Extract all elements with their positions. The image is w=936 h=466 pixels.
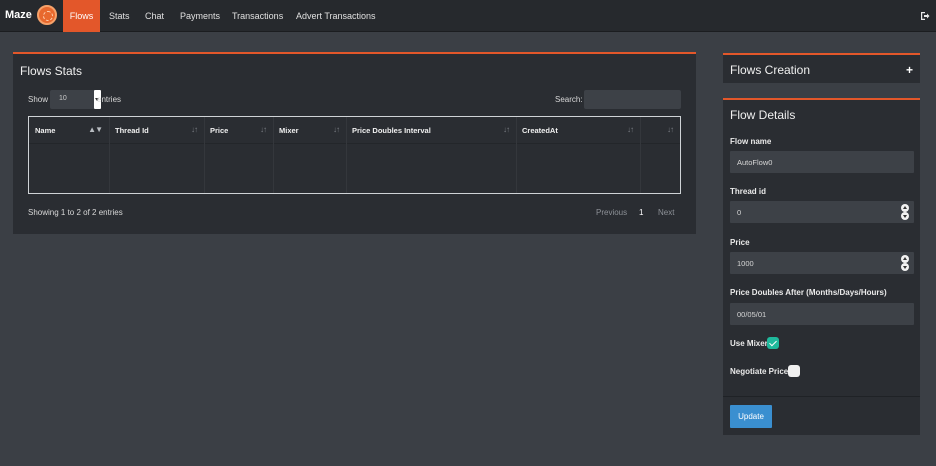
nav-item-advert-transactions[interactable]: Advert Transactions <box>296 0 376 32</box>
flows-creation-panel[interactable]: Flows Creation + <box>723 53 920 83</box>
search-input[interactable] <box>584 90 681 109</box>
flow-details-title: Flow Details <box>730 108 796 122</box>
negotiate-price-checkbox[interactable] <box>788 365 800 377</box>
column-label: Thread Id <box>115 126 149 135</box>
thread-id-stepper[interactable] <box>901 204 909 220</box>
stepper-down-icon[interactable] <box>901 212 909 220</box>
table-header-price[interactable]: Price ↓↑ <box>204 117 273 144</box>
flow-name-label: Flow name <box>730 137 772 146</box>
sort-asc-icon: ▲▼ <box>88 125 103 134</box>
column-label: Mixer <box>279 126 299 135</box>
table-header-extra[interactable]: ↓↑ <box>640 117 680 144</box>
price-doubles-label: Price Doubles After (Months/Days/Hours) <box>730 288 887 297</box>
negotiate-price-label: Negotiate Price <box>730 367 789 376</box>
plus-icon[interactable]: + <box>906 63 913 77</box>
price-doubles-field[interactable]: 00/05/01 <box>730 303 914 325</box>
table-info-text: Showing 1 to 2 of 2 entries <box>28 208 123 217</box>
search-label: Search: <box>555 95 583 104</box>
column-label: Name <box>35 126 56 135</box>
pager-page-1[interactable]: 1 <box>639 208 643 217</box>
update-button[interactable]: Update <box>730 405 772 428</box>
thread-id-field[interactable]: 0 <box>730 201 914 223</box>
column-divider <box>273 117 274 193</box>
nav-item-stats[interactable]: Stats <box>109 0 130 32</box>
column-divider <box>204 117 205 193</box>
column-label: Price <box>210 126 229 135</box>
show-label: Show <box>28 95 49 104</box>
flow-details-panel: Flow Details Flow name AutoFlow0 Thread … <box>723 98 920 435</box>
column-divider <box>516 117 517 193</box>
flows-table: Name ▲▼ Thread Id ↓↑ Price ↓↑ Mixer ↓↑ P… <box>28 116 681 194</box>
stepper-up-icon[interactable] <box>901 255 909 263</box>
flow-name-field[interactable]: AutoFlow0 <box>730 151 914 173</box>
sort-icon: ↓↑ <box>503 125 510 134</box>
sort-icon: ↓↑ <box>627 125 634 134</box>
nav-item-chat[interactable]: Chat <box>145 0 164 32</box>
divider <box>723 396 920 397</box>
price-label: Price <box>730 238 750 247</box>
brand-name[interactable]: Maze <box>5 9 32 21</box>
sign-out-icon[interactable] <box>920 11 930 21</box>
flows-creation-title: Flows Creation <box>730 63 811 77</box>
table-header-created-at[interactable]: CreatedAt ↓↑ <box>516 117 640 144</box>
flows-stats-panel: Flows Stats Show 10 entries Search: Name… <box>13 52 696 234</box>
thread-id-value: 0 <box>737 208 742 217</box>
flows-stats-title: Flows Stats <box>20 64 83 78</box>
nav-item-payments[interactable]: Payments <box>180 0 220 32</box>
entries-label: entries <box>97 95 122 104</box>
entries-select-value: 10 <box>59 95 67 102</box>
entries-select[interactable]: 10 <box>50 90 101 109</box>
price-field[interactable]: 1000 <box>730 252 914 274</box>
brand-logo-icon <box>37 5 57 25</box>
table-header-price-doubles-interval[interactable]: Price Doubles Interval ↓↑ <box>346 117 516 144</box>
nav-item-flows[interactable]: Flows <box>63 0 100 32</box>
sort-icon: ↓↑ <box>260 125 267 134</box>
table-header-thread-id[interactable]: Thread Id ↓↑ <box>109 117 204 144</box>
table-header-name[interactable]: Name ▲▼ <box>29 117 109 144</box>
pager-next-button[interactable]: Next <box>658 208 674 217</box>
price-doubles-value: 00/05/01 <box>737 310 767 319</box>
pager-previous-button[interactable]: Previous <box>596 208 627 217</box>
price-stepper[interactable] <box>901 255 909 271</box>
column-divider <box>346 117 347 193</box>
stepper-down-icon[interactable] <box>901 263 909 271</box>
column-divider <box>109 117 110 193</box>
column-divider <box>640 117 641 193</box>
price-value: 1000 <box>737 259 754 268</box>
stepper-up-icon[interactable] <box>901 204 909 212</box>
sort-icon: ↓↑ <box>667 125 674 134</box>
column-label: Price Doubles Interval <box>352 126 431 135</box>
column-label: CreatedAt <box>522 126 558 135</box>
table-header-mixer[interactable]: Mixer ↓↑ <box>273 117 346 144</box>
thread-id-label: Thread id <box>730 187 767 196</box>
sort-icon: ↓↑ <box>333 125 340 134</box>
nav-item-transactions[interactable]: Transactions <box>232 0 283 32</box>
use-mixer-label: Use Mixer <box>730 339 768 348</box>
use-mixer-checkbox[interactable] <box>767 337 779 349</box>
sort-icon: ↓↑ <box>191 125 198 134</box>
top-navbar: Maze Flows Stats Chat Payments Transacti… <box>0 0 936 32</box>
flow-name-value: AutoFlow0 <box>737 158 773 167</box>
